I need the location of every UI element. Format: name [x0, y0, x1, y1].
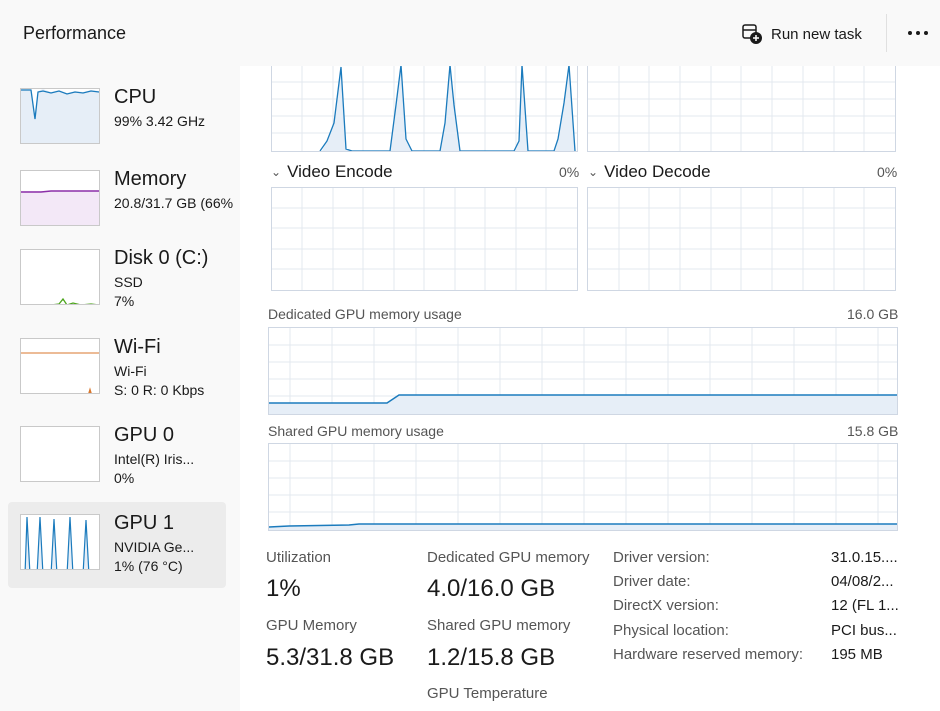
gpu1-thumbnail-graph	[20, 514, 100, 570]
run-new-task-label: Run new task	[771, 25, 862, 43]
run-task-icon	[741, 23, 763, 45]
run-new-task-button[interactable]: Run new task	[735, 18, 868, 50]
sidebar-item-gpu-0[interactable]: GPU 0 Intel(R) Iris... 0%	[8, 418, 226, 504]
sidebar-item-label: GPU 0	[114, 424, 175, 446]
physical-location-key: Physical location:	[613, 622, 729, 639]
sidebar-item-label: GPU 1	[114, 512, 175, 534]
sidebar-item-detail: NVIDIA Ge...	[114, 539, 195, 555]
engine-graph-copy	[587, 66, 896, 152]
dedicated-gpu-memory-label: Dedicated GPU memory	[427, 549, 590, 566]
shared-gpu-memory-label: Shared GPU memory	[427, 617, 571, 634]
video-encode-header[interactable]: ⌄ Video Encode	[271, 162, 393, 182]
dedicated-memory-graph	[268, 327, 898, 415]
gpu-detail-panel: ⌄ Video Encode 0% ⌄ Video Decode 0% Dedi…	[240, 66, 940, 711]
sidebar-item-detail: SSD	[114, 274, 143, 290]
physical-location-value: PCI bus...	[831, 622, 897, 639]
sidebar-item-wifi[interactable]: Wi-Fi Wi-Fi S: 0 R: 0 Kbps	[8, 330, 226, 416]
title-bar: Performance Run new task	[0, 0, 940, 67]
disk-thumbnail-graph	[20, 249, 100, 305]
sidebar-item-detail: 7%	[114, 293, 135, 309]
engine-graph-3d	[271, 66, 578, 152]
gpu-memory-value: 5.3/31.8 GB	[266, 644, 395, 671]
sidebar-item-detail: 0%	[114, 470, 135, 486]
gpu-temperature-label: GPU Temperature	[427, 685, 548, 702]
video-decode-percent: 0%	[877, 164, 898, 180]
sidebar-item-gpu-1[interactable]: GPU 1 NVIDIA Ge... 1% (76 °C)	[8, 502, 226, 588]
sidebar-item-label: Wi-Fi	[114, 336, 161, 358]
video-decode-header[interactable]: ⌄ Video Decode	[588, 162, 711, 182]
shared-memory-graph-label: Shared GPU memory usage	[268, 423, 444, 439]
dedicated-memory-graph-label: Dedicated GPU memory usage	[268, 306, 462, 322]
driver-date-value: 04/08/2...	[831, 573, 894, 590]
dedicated-gpu-memory-value: 4.0/16.0 GB	[427, 575, 556, 602]
driver-version-value: 31.0.15....	[831, 549, 898, 566]
utilization-value: 1%	[266, 575, 301, 602]
cpu-thumbnail-graph	[20, 88, 100, 144]
sidebar-item-cpu[interactable]: CPU 99% 3.42 GHz	[8, 74, 226, 160]
memory-thumbnail-graph	[20, 170, 100, 226]
sidebar-item-disk[interactable]: Disk 0 (C:) SSD 7%	[8, 243, 226, 329]
chevron-down-icon: ⌄	[271, 165, 282, 179]
utilization-label: Utilization	[266, 549, 332, 566]
sidebar-item-label: Disk 0 (C:)	[114, 247, 209, 269]
sidebar-item-label: CPU	[114, 86, 157, 108]
directx-version-value: 12 (FL 1...	[831, 597, 899, 614]
shared-memory-graph-max: 15.8 GB	[847, 423, 899, 439]
gpu0-thumbnail-graph	[20, 426, 100, 482]
sidebar-item-detail: 1% (76 °C)	[114, 558, 183, 574]
hardware-reserved-memory-value: 195 MB	[831, 646, 883, 663]
sidebar-item-detail: 20.8/31.7 GB (66%	[114, 195, 234, 211]
video-encode-graph	[271, 187, 578, 291]
hardware-reserved-memory-key: Hardware reserved memory:	[613, 646, 804, 663]
dedicated-memory-graph-max: 16.0 GB	[847, 306, 899, 322]
gpu-memory-label: GPU Memory	[266, 617, 357, 634]
device-sidebar: CPU 99% 3.42 GHz Memory 20.8/31.7 GB (66…	[0, 66, 240, 711]
page-title: Performance	[23, 23, 127, 43]
sidebar-item-detail: Intel(R) Iris...	[114, 451, 195, 467]
driver-version-key: Driver version:	[613, 549, 710, 566]
chevron-down-icon: ⌄	[588, 165, 599, 179]
video-encode-label: Video Encode	[287, 162, 393, 181]
video-decode-label: Video Decode	[604, 162, 711, 181]
more-icon[interactable]	[902, 18, 934, 48]
sidebar-item-detail: Wi-Fi	[114, 363, 147, 379]
video-encode-percent: 0%	[559, 164, 580, 180]
sidebar-item-detail: 99% 3.42 GHz	[114, 113, 206, 129]
sidebar-item-label: Memory	[114, 168, 187, 190]
driver-date-key: Driver date:	[613, 573, 691, 590]
video-decode-graph	[587, 187, 896, 291]
shared-memory-graph	[268, 443, 898, 531]
header-divider	[886, 14, 887, 52]
shared-gpu-memory-value: 1.2/15.8 GB	[427, 644, 556, 671]
sidebar-item-memory[interactable]: Memory 20.8/31.7 GB (66%	[8, 162, 233, 248]
wifi-thumbnail-graph	[20, 338, 100, 394]
directx-version-key: DirectX version:	[613, 597, 719, 614]
sidebar-item-detail: S: 0 R: 0 Kbps	[114, 382, 205, 398]
